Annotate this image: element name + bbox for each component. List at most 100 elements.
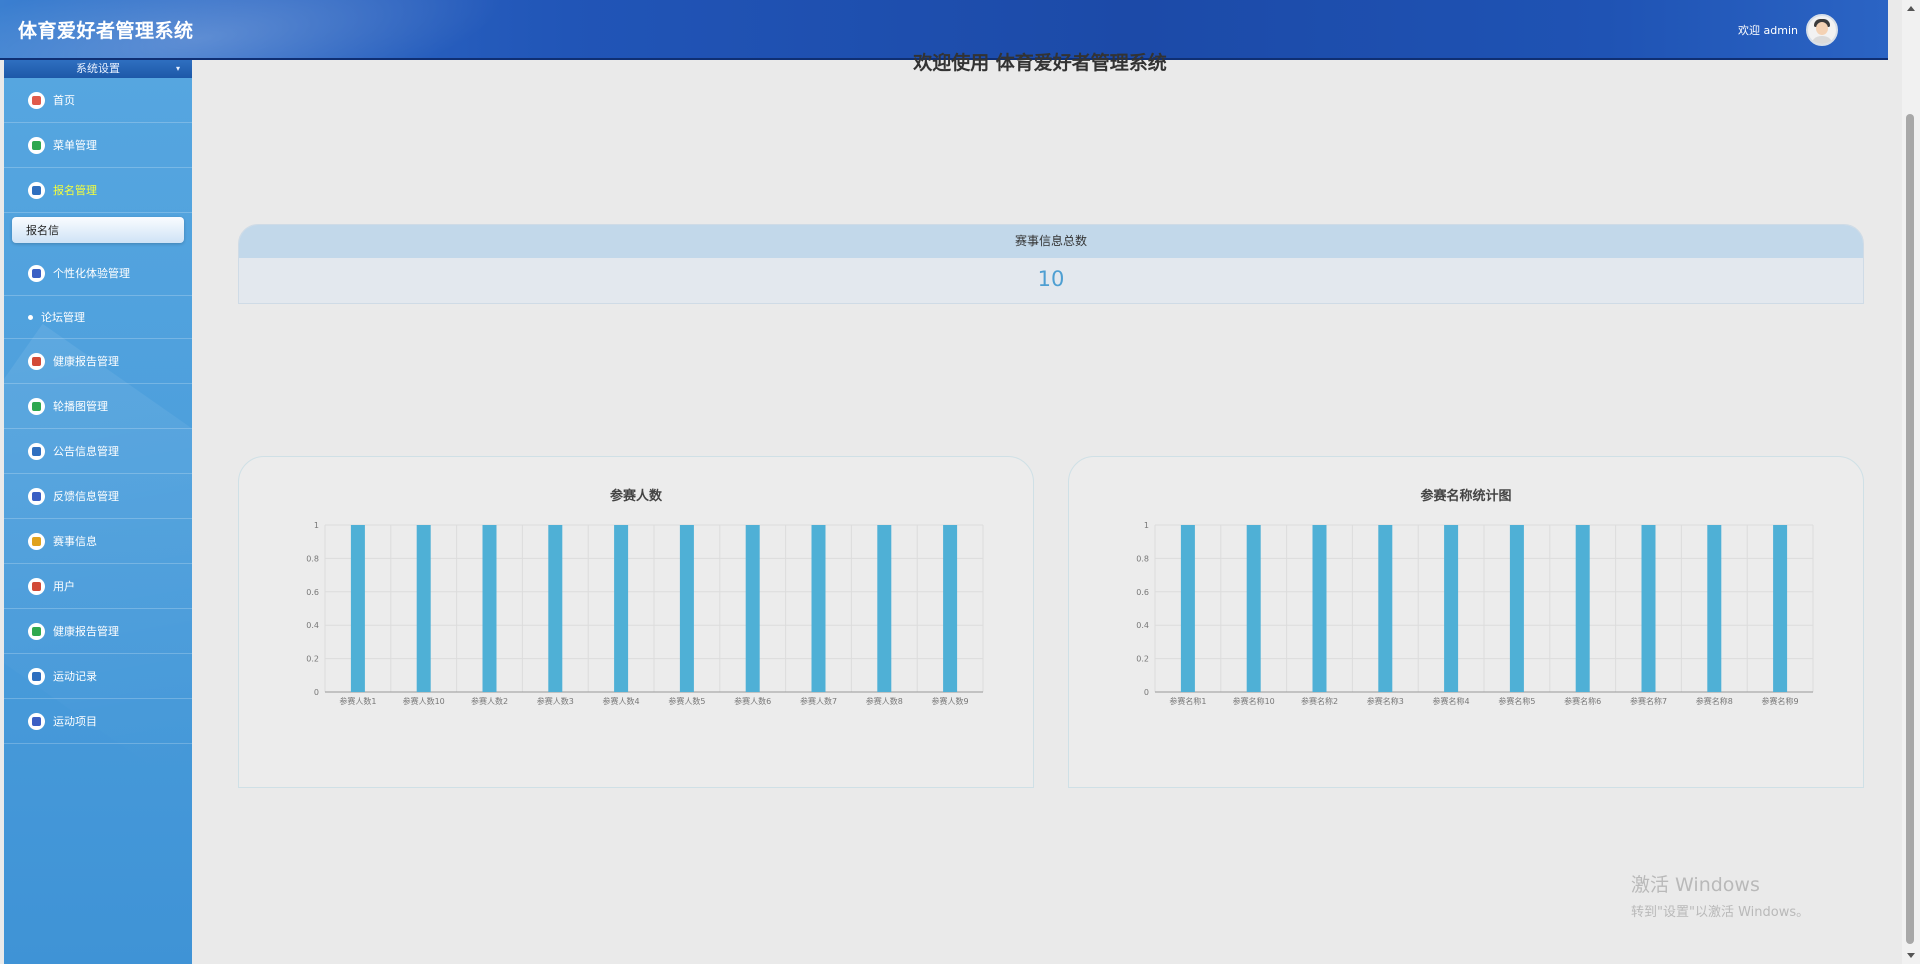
sidebar-item-label: 报名管理	[53, 184, 97, 197]
x-tick-label: 参赛人数2	[471, 696, 508, 706]
sidebar-item-label: 公告信息管理	[53, 445, 119, 458]
x-tick-label: 参赛人数1	[339, 696, 376, 706]
y-tick-label: 0.8	[306, 554, 319, 563]
sidebar-item[interactable]: 菜单管理	[4, 123, 192, 168]
stat-title: 赛事信息总数	[239, 225, 1863, 258]
sidebar-section-label: 系统设置	[76, 62, 120, 75]
bar	[416, 525, 431, 692]
chart-card-names: 参赛名称统计图 0 0.2 0.4 0.6 0.8 1 参赛名称1 参赛名称10 参赛名称2 参赛…	[1068, 456, 1864, 788]
sidebar-item[interactable]: 论坛管理	[4, 296, 192, 339]
sidebar-item[interactable]: 运动项目	[4, 699, 192, 744]
sidebar-item[interactable]: 运动记录	[4, 654, 192, 699]
sidebar-item-label: 健康报告管理	[53, 625, 119, 638]
bar	[811, 525, 826, 692]
sidebar-item-label: 运动项目	[53, 715, 97, 728]
experience-icon	[28, 264, 45, 282]
user-area[interactable]: 欢迎 admin	[1738, 14, 1838, 46]
avatar[interactable]	[1806, 14, 1838, 46]
x-tick-label: 参赛人数4	[603, 696, 640, 706]
x-tick-label: 参赛名称7	[1630, 696, 1667, 706]
signup-icon	[28, 181, 45, 199]
watermark-line1: 激活 Windows	[1631, 874, 1760, 896]
y-tick-label: 1	[1144, 521, 1149, 530]
welcome-user-text: 欢迎 admin	[1738, 24, 1798, 37]
bar	[943, 525, 958, 692]
sidebar-item-label: 健康报告管理	[53, 355, 119, 368]
windows-activation-watermark: 激活 Windows 转到"设置"以激活 Windows。	[1631, 870, 1809, 920]
record-icon	[28, 667, 45, 685]
bar-chart-names: 0 0.2 0.4 0.6 0.8 1 参赛名称1 参赛名称10 参赛名称2 参赛名称3 参赛名称4…	[1136, 521, 1814, 706]
bar	[1575, 525, 1590, 692]
y-tick-label: 0.6	[1136, 588, 1149, 597]
sidebar-item[interactable]: 个性化体验管理	[4, 251, 192, 296]
bar	[1444, 525, 1459, 692]
x-tick-label: 参赛人数7	[800, 696, 837, 706]
bar	[482, 525, 497, 692]
sidebar-item[interactable]: 公告信息管理	[4, 429, 192, 474]
y-tick-label: 0.4	[306, 621, 319, 630]
sidebar-item[interactable]: 反馈信息管理	[4, 474, 192, 519]
y-tick-label: 0	[1144, 688, 1149, 697]
bar	[614, 525, 629, 692]
main-content: 欢迎使用 体育爱好者管理系统 赛事信息总数 10 参赛人数 0 0.2 0.4 0.6…	[192, 52, 1888, 964]
sidebar-item[interactable]: 用户	[4, 564, 192, 609]
x-tick-label: 参赛名称5	[1498, 696, 1535, 706]
bar	[1509, 525, 1524, 692]
sidebar-item[interactable]: 报名管理	[4, 168, 192, 213]
sidebar-item-label: 运动记录	[53, 670, 97, 683]
x-tick-label: 参赛名称1	[1169, 696, 1206, 706]
sidebar-item-label: 用户	[53, 580, 75, 593]
bar	[1246, 525, 1261, 692]
sidebar-item-label: 赛事信息	[53, 535, 97, 548]
sidebar-item-label: 菜单管理	[53, 139, 97, 152]
x-tick-label: 参赛名称10	[1233, 696, 1275, 706]
image-icon	[28, 397, 45, 415]
sidebar-section-header[interactable]: 系统设置 ▾	[4, 60, 192, 78]
x-tick-label: 参赛人数6	[734, 696, 771, 706]
x-tick-label: 参赛人数5	[668, 696, 705, 706]
user-icon	[28, 577, 45, 595]
sidebar-item-label: 报名信	[26, 224, 59, 237]
y-tick-label: 0	[314, 688, 319, 697]
bar	[679, 525, 694, 692]
x-tick-label: 参赛名称4	[1433, 696, 1470, 706]
welcome-heading: 欢迎使用 体育爱好者管理系统	[913, 52, 1167, 74]
x-tick-label: 参赛名称3	[1367, 696, 1404, 706]
sidebar: 系统设置 ▾ 首页 菜单管理 报名管理 报名信 个性化体验管理 论坛管理 健康报告管理 轮播图…	[4, 60, 192, 964]
sidebar-item[interactable]: 赛事信息	[4, 519, 192, 564]
notice-icon	[28, 442, 45, 460]
sidebar-item[interactable]: 轮播图管理	[4, 384, 192, 429]
sidebar-item[interactable]: 健康报告管理	[4, 339, 192, 384]
bar	[1773, 525, 1788, 692]
caret-down-icon: ▾	[175, 64, 180, 73]
scroll-up-arrow-icon[interactable]	[1907, 6, 1915, 11]
y-tick-label: 0.6	[306, 588, 319, 597]
sidebar-item-label: 首页	[53, 94, 75, 107]
sidebar-subitem[interactable]: 报名信	[12, 217, 184, 243]
report-icon	[28, 622, 45, 640]
y-tick-label: 0.8	[1136, 554, 1149, 563]
x-tick-label: 参赛名称6	[1564, 696, 1601, 706]
event-icon	[28, 532, 45, 550]
vertical-scrollbar[interactable]	[1902, 0, 1920, 964]
chart-card-participants: 参赛人数 0 0.2 0.4 0.6 0.8 1 参赛人数1 参赛人数10 参赛人数2 参赛人数3…	[238, 456, 1034, 788]
sidebar-item-label: 个性化体验管理	[53, 267, 130, 280]
x-tick-label: 参赛名称8	[1696, 696, 1733, 706]
feedback-icon	[28, 487, 45, 505]
sidebar-item[interactable]: 健康报告管理	[4, 609, 192, 654]
x-tick-label: 参赛名称9	[1762, 696, 1799, 706]
scroll-thumb[interactable]	[1906, 114, 1914, 944]
app-title: 体育爱好者管理系统	[18, 20, 194, 42]
x-tick-label: 参赛人数9	[932, 696, 969, 706]
bar	[1707, 525, 1722, 692]
event-count-card: 赛事信息总数 10	[238, 224, 1864, 304]
bar	[548, 525, 563, 692]
y-tick-label: 0.2	[306, 655, 319, 664]
sidebar-item-label: 反馈信息管理	[53, 490, 119, 503]
scroll-down-arrow-icon[interactable]	[1907, 953, 1915, 958]
bullet-icon	[28, 314, 33, 320]
sidebar-item[interactable]: 首页	[4, 78, 192, 123]
sidebar-menu: 首页 菜单管理 报名管理 报名信 个性化体验管理 论坛管理 健康报告管理 轮播图管理 公告信息管…	[4, 78, 192, 744]
home-icon	[28, 91, 45, 109]
briefcase-icon	[28, 352, 45, 370]
